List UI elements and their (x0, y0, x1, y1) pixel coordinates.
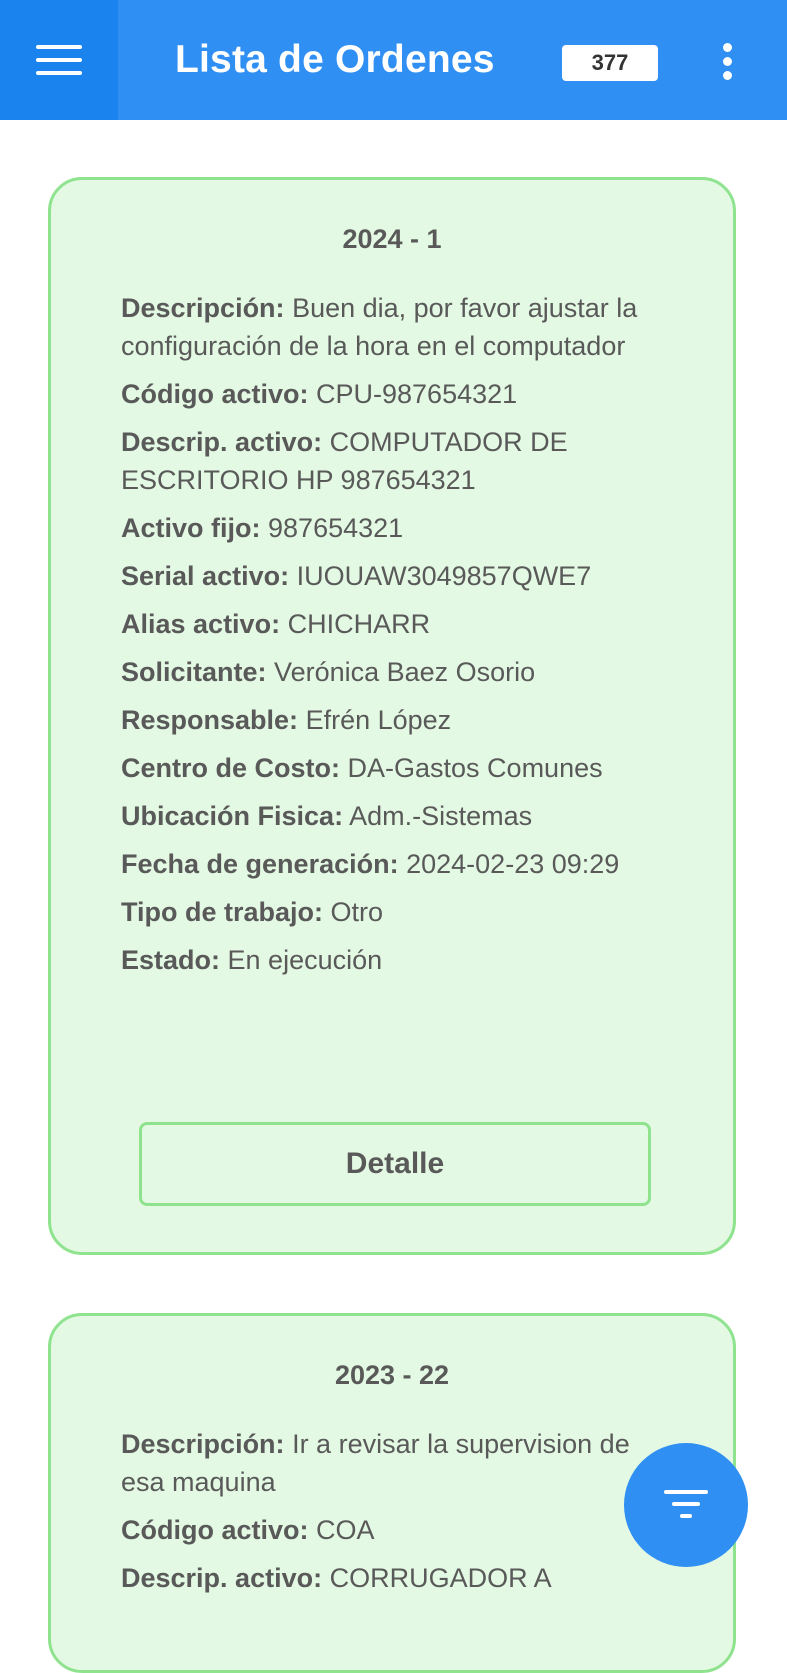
field-centro-costo: Centro de Costo: DA-Gastos Comunes (121, 749, 673, 787)
order-fields: Descripción: Buen dia, por favor ajustar… (121, 289, 673, 979)
field-label: Estado: (121, 945, 221, 975)
field-value: CHICHARR (287, 609, 431, 639)
field-descrip-activo: Descrip. activo: COMPUTADOR DE ESCRITORI… (121, 423, 673, 499)
field-label: Serial activo: (121, 561, 290, 591)
field-label: Descrip. activo: (121, 1563, 323, 1593)
field-label: Descripción: (121, 293, 285, 323)
field-value: En ejecución (227, 945, 383, 975)
field-value: DA-Gastos Comunes (347, 753, 603, 783)
app-bar: Lista de Ordenes 377 (0, 0, 787, 120)
field-codigo-activo: Código activo: CPU-987654321 (121, 375, 673, 413)
field-value: Otro (330, 897, 384, 927)
field-alias-activo: Alias activo: CHICHARR (121, 605, 673, 643)
field-descrip-activo: Descrip. activo: CORRUGADOR A (121, 1559, 673, 1597)
field-descripcion: Descripción: Ir a revisar la supervision… (121, 1425, 673, 1501)
field-label: Descrip. activo: (121, 427, 323, 457)
field-label: Centro de Costo: (121, 753, 340, 783)
field-responsable: Responsable: Efrén López (121, 701, 673, 739)
hamburger-menu-icon (36, 45, 82, 75)
order-id: 2023 - 22 (334, 1360, 450, 1390)
field-value: 987654321 (268, 513, 404, 543)
field-value: COA (316, 1515, 375, 1545)
field-value: Verónica Baez Osorio (274, 657, 536, 687)
field-activo-fijo: Activo fijo: 987654321 (121, 509, 673, 547)
field-ubicacion-fisica: Ubicación Fisica: Adm.-Sistemas (121, 797, 673, 835)
field-value: 2024-02-23 09:29 (406, 849, 620, 879)
field-label: Alias activo: (121, 609, 281, 639)
field-label: Solicitante: (121, 657, 267, 687)
field-label: Código activo: (121, 379, 309, 409)
field-descripcion: Descripción: Buen dia, por favor ajustar… (121, 289, 673, 365)
more-vertical-icon[interactable] (712, 40, 744, 84)
filter-icon (664, 1490, 708, 1520)
field-value: CORRUGADOR A (329, 1563, 552, 1593)
page-title: Lista de Ordenes (175, 38, 495, 81)
menu-button[interactable] (0, 0, 118, 120)
field-fecha-generacion: Fecha de generación: 2024-02-23 09:29 (121, 845, 673, 883)
field-value: IUOUAW3049857QWE7 (296, 561, 592, 591)
field-tipo-trabajo: Tipo de trabajo: Otro (121, 893, 673, 931)
filter-fab-button[interactable] (624, 1443, 748, 1567)
order-count-badge: 377 (562, 45, 658, 81)
order-id: 2024 - 1 (342, 224, 442, 254)
field-label: Código activo: (121, 1515, 309, 1545)
field-value: CPU-987654321 (316, 379, 518, 409)
field-label: Responsable: (121, 705, 299, 735)
field-codigo-activo: Código activo: COA (121, 1511, 673, 1549)
field-label: Activo fijo: (121, 513, 261, 543)
field-estado: Estado: En ejecución (121, 941, 673, 979)
order-card: 2024 - 1 Descripción: Buen dia, por favo… (48, 177, 736, 1255)
field-label: Descripción: (121, 1429, 285, 1459)
field-label: Fecha de generación: (121, 849, 399, 879)
field-label: Tipo de trabajo: (121, 897, 324, 927)
field-serial-activo: Serial activo: IUOUAW3049857QWE7 (121, 557, 673, 595)
field-label: Ubicación Fisica: (121, 801, 344, 831)
field-value: Adm.-Sistemas (349, 801, 533, 831)
field-value: Efrén López (305, 705, 452, 735)
detail-button[interactable]: Detalle (139, 1122, 651, 1206)
order-fields: Descripción: Ir a revisar la supervision… (121, 1425, 673, 1597)
field-solicitante: Solicitante: Verónica Baez Osorio (121, 653, 673, 691)
